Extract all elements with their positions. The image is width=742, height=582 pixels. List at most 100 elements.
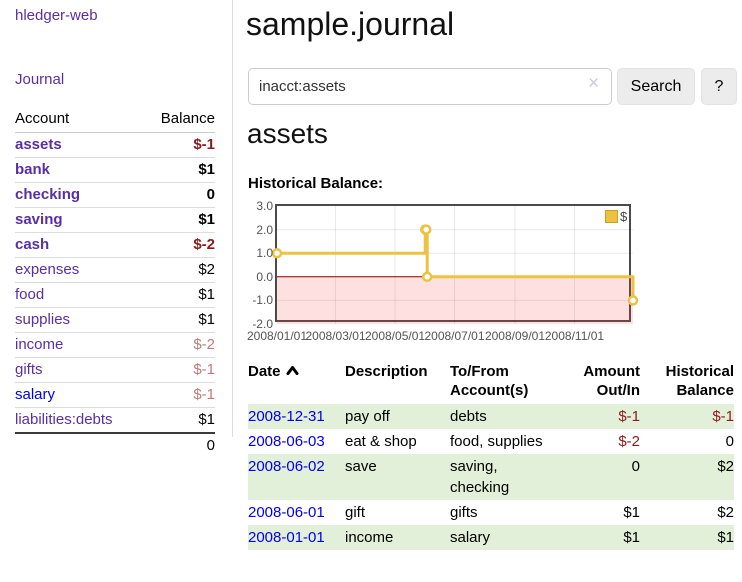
account-link-gifts[interactable]: gifts [15,361,43,378]
txn-amount: 0 [550,454,640,500]
txn-accounts: gifts [450,500,550,525]
col-historical-balance: Historical Balance [640,362,734,404]
account-balance: $1 [144,308,215,333]
account-balance: $-2 [144,333,215,358]
legend-swatch-icon [605,210,618,223]
register-row: 2008-01-01 income salary $1 $1 [248,525,734,550]
sidebar: hledger-web Journal Account Balance asse… [0,0,233,437]
register-row: 2008-12-31 pay off debts $-1 $-1 [248,404,734,429]
txn-description: eat & shop [345,429,450,454]
txn-balance: $-1 [640,404,734,429]
accounts-total-row: 0 [15,433,215,458]
txn-description: gift [345,500,450,525]
y-axis-tick-label: 2.0 [240,222,273,238]
y-axis-tick-label: 3.0 [240,198,273,214]
page-title: sample.journal [246,6,454,43]
x-axis-tick-label: 2008/11/01 [534,329,614,343]
register-table: Date Description To/From Account(s) Amou… [248,362,734,550]
clear-search-icon[interactable]: × [588,74,599,93]
col-amount-outin: Amount Out/In [550,362,640,404]
account-link-checking[interactable]: checking [15,186,80,203]
search-input[interactable] [248,68,612,105]
chart-legend: $ [605,209,627,224]
txn-accounts: debts [450,404,550,429]
account-balance: $-1 [144,358,215,383]
txn-date-link[interactable]: 2008-06-03 [248,433,325,450]
col-tofrom-accounts: To/From Account(s) [450,362,550,404]
accounts-table-header: Account Balance [15,106,215,133]
search-button[interactable]: Search [617,68,695,105]
txn-balance: 0 [640,429,734,454]
accounts-table: Account Balance assets $-1 bank $1 check… [15,106,215,458]
account-balance: $1 [144,158,215,183]
account-link-income[interactable]: income [15,336,63,353]
app-brand-link[interactable]: hledger-web [15,7,98,24]
txn-balance: $2 [640,454,734,500]
account-link-liabilities-debts[interactable]: liabilities:debts [15,411,113,428]
account-row: liabilities:debts $1 [15,408,215,434]
account-balance: $1 [144,408,215,434]
account-row: supplies $1 [15,308,215,333]
txn-description: pay off [345,404,450,429]
txn-date-link[interactable]: 2008-06-02 [248,458,325,475]
txn-amount: $1 [550,500,640,525]
y-axis-tick-label: 0.0 [240,269,273,285]
txn-date-link[interactable]: 2008-06-01 [248,504,325,521]
account-row: salary $-1 [15,383,215,408]
chart-title: Historical Balance: [248,175,383,192]
account-link-expenses[interactable]: expenses [15,261,79,278]
txn-balance: $1 [640,525,734,550]
account-link-supplies[interactable]: supplies [15,311,70,328]
account-row: expenses $2 [15,258,215,283]
account-balance: $-1 [144,133,215,158]
register-row: 2008-06-01 gift gifts $1 $2 [248,500,734,525]
accounts-col-balance: Balance [144,106,215,133]
sort-ascending-icon [286,365,299,375]
legend-label: $ [620,209,627,224]
txn-accounts: saving, checking [450,454,550,500]
account-link-bank[interactable]: bank [15,161,50,178]
account-balance: 0 [144,183,215,208]
accounts-total-value: 0 [144,433,215,458]
register-header-row: Date Description To/From Account(s) Amou… [248,362,734,404]
account-link-assets[interactable]: assets [15,136,62,153]
txn-date-link[interactable]: 2008-01-01 [248,529,325,546]
account-row: income $-2 [15,333,215,358]
account-row: gifts $-1 [15,358,215,383]
account-balance: $1 [144,208,215,233]
txn-amount: $1 [550,525,640,550]
txn-amount: $-1 [550,404,640,429]
txn-amount: $-2 [550,429,640,454]
col-date[interactable]: Date [248,362,345,404]
account-row: saving $1 [15,208,215,233]
account-link-salary[interactable]: salary [15,386,55,403]
account-link-cash[interactable]: cash [15,236,49,253]
help-button[interactable]: ? [701,68,737,105]
y-axis-tick-label: 1.0 [240,245,273,261]
account-balance: $2 [144,258,215,283]
txn-description: save [345,454,450,500]
sidebar-item-journal[interactable]: Journal [15,71,64,88]
register-row: 2008-06-02 save saving, checking 0 $2 [248,454,734,500]
txn-accounts: salary [450,525,550,550]
col-description: Description [345,362,450,404]
account-row: cash $-2 [15,233,215,258]
historical-balance-chart: $ 3.02.01.00.0-1.0-2.02008/01/012008/03/… [240,198,742,348]
account-link-saving[interactable]: saving [15,211,63,228]
chart-plot-area[interactable] [275,204,631,322]
account-balance: $-2 [144,233,215,258]
txn-accounts: food, supplies [450,429,550,454]
account-heading: assets [247,118,328,150]
account-row: food $1 [15,283,215,308]
account-link-food[interactable]: food [15,286,44,303]
txn-balance: $2 [640,500,734,525]
y-axis-tick-label: -1.0 [240,292,273,308]
accounts-col-account: Account [15,106,144,133]
register-row: 2008-06-03 eat & shop food, supplies $-2… [248,429,734,454]
account-row: assets $-1 [15,133,215,158]
account-row: bank $1 [15,158,215,183]
account-row: checking 0 [15,183,215,208]
txn-description: income [345,525,450,550]
txn-date-link[interactable]: 2008-12-31 [248,408,325,425]
account-balance: $1 [144,283,215,308]
